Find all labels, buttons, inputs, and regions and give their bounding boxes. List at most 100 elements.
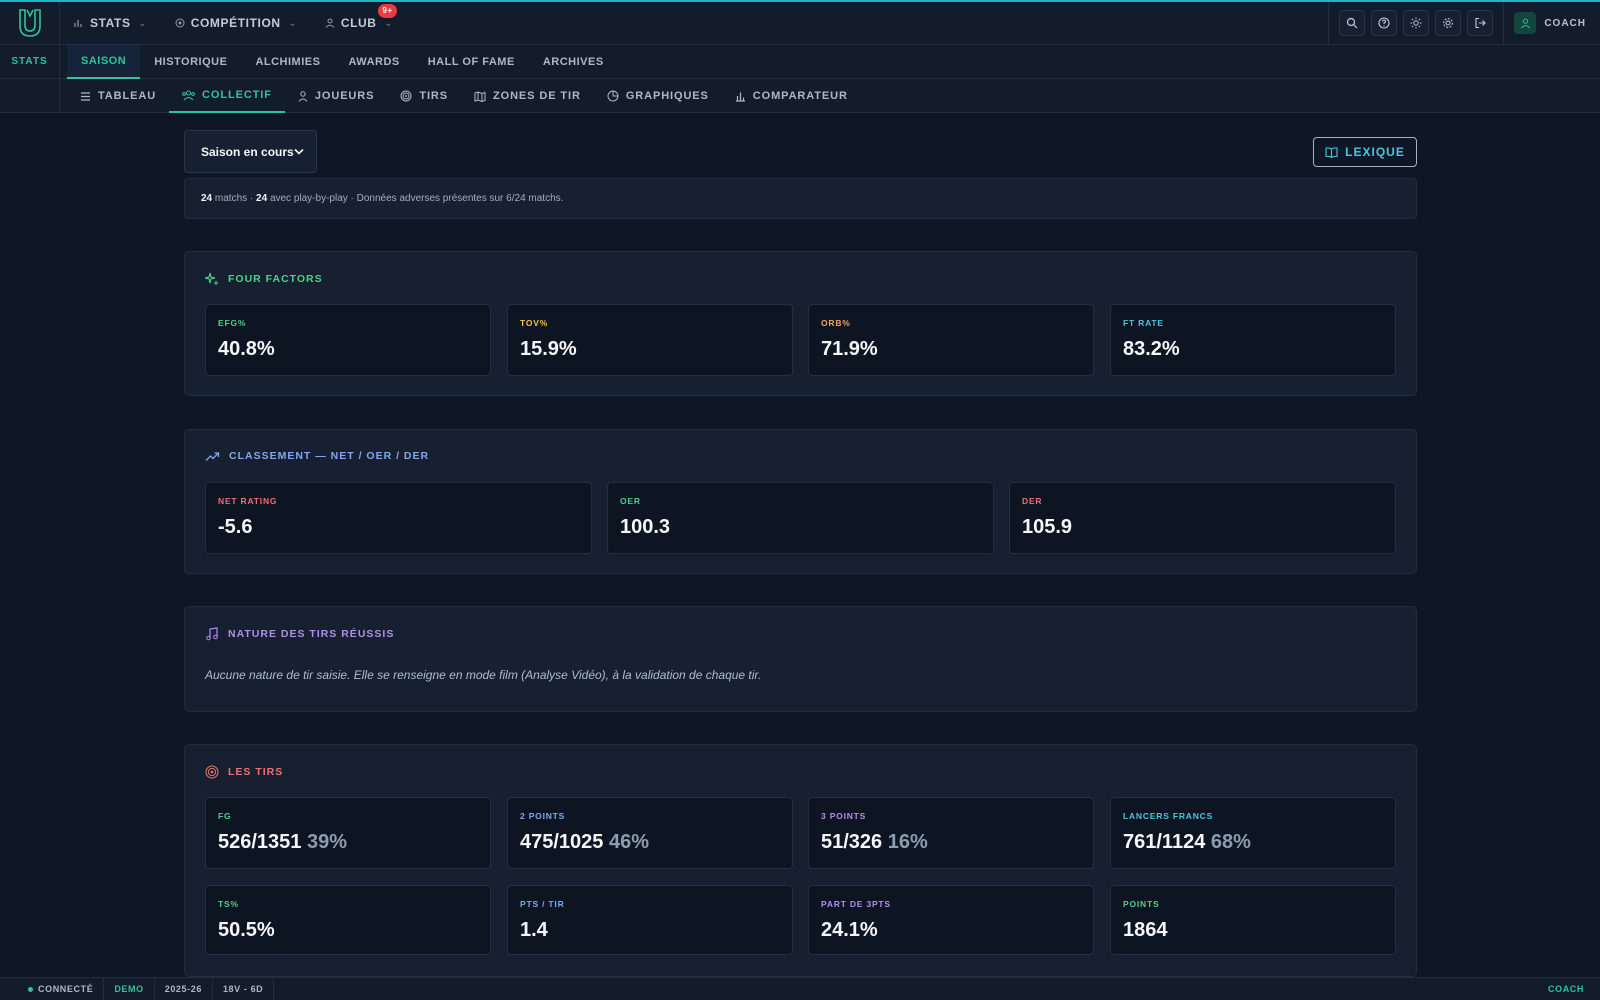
section-tabs-bar: STATS SAISON HISTORIQUE ALCHIMIES AWARDS… [0, 45, 1600, 79]
stat-card-free-throws: LANCERS FRANCS 761/1124 68% [1110, 797, 1396, 869]
matches-count: 24 [201, 193, 213, 204]
app-logo[interactable] [0, 1, 60, 45]
stat-value: 526/1351 39% [218, 831, 347, 854]
nav-competition-label: COMPÉTITION [190, 16, 281, 30]
stat-card-der: DER 105.9 [1009, 482, 1396, 554]
matches-label: matchs · [214, 193, 254, 204]
bar-chart-icon [735, 92, 745, 102]
pie-chart-icon [607, 90, 619, 102]
subtab-tableau[interactable]: TABLEAU [67, 79, 169, 113]
stat-percentage: 16% [887, 831, 928, 853]
music-icon [206, 627, 218, 641]
stat-label: FG [218, 811, 232, 821]
user-role-label: COACH [1544, 17, 1586, 29]
tab-archives[interactable]: ARCHIVES [529, 45, 618, 79]
shots-title: LES TIRS [205, 765, 283, 779]
stat-card-points: POINTS 1864 [1110, 885, 1396, 955]
settings-button[interactable] [1435, 10, 1462, 36]
tab-awards[interactable]: AWARDS [334, 45, 413, 79]
stat-card-3pts: 3 POINTS 51/326 16% [808, 797, 1094, 869]
stat-value: 761/1124 68% [1123, 831, 1251, 854]
season-summary: 24 matchs · 24 avec play-by-play · Donné… [184, 178, 1417, 219]
stat-label: PART DE 3PTS [821, 899, 891, 909]
stat-value: -5.6 [218, 516, 253, 538]
subtab-zones-de-tir[interactable]: ZONES DE TIR [461, 79, 594, 113]
main-content: Saison en cours LEXIQUE 24 matchs · 24 a… [0, 113, 1600, 977]
stat-value: 83.2% [1123, 338, 1180, 360]
stat-value: 24.1% [821, 919, 878, 941]
search-button[interactable] [1339, 10, 1366, 36]
stat-value: 40.8% [218, 338, 275, 360]
sparkles-icon [205, 272, 219, 286]
stat-label: 3 POINTS [821, 811, 867, 821]
subtab-label: ZONES DE TIR [493, 90, 581, 102]
subtab-graphiques[interactable]: GRAPHIQUES [594, 79, 722, 113]
map-icon [474, 90, 486, 102]
tab-saison[interactable]: SAISON [67, 45, 141, 79]
tab-alchimies[interactable]: ALCHIMIES [241, 45, 334, 79]
icon-toolbar [1328, 1, 1505, 45]
nav-club[interactable]: CLUB ⌄ 9+ [325, 4, 397, 30]
stat-card-3pt-share: PART DE 3PTS 24.1% [808, 885, 1094, 955]
subtab-label: GRAPHIQUES [625, 90, 709, 102]
panel-title-text: FOUR FACTORS [228, 273, 323, 285]
chevron-down-icon: ⌄ [138, 17, 147, 28]
empty-state-text: Aucune nature de tir saisie. Elle se ren… [205, 668, 762, 682]
stat-label: ORB% [821, 318, 851, 328]
book-icon [1325, 146, 1338, 158]
status-dot-icon [28, 986, 33, 992]
nav-stats-label: STATS [90, 16, 131, 30]
subtab-collectif[interactable]: COLLECTIF [169, 79, 285, 113]
stat-label: OER [620, 496, 641, 506]
gear-icon [1443, 18, 1454, 28]
user-icon [325, 18, 335, 28]
tab-historique[interactable]: HISTORIQUE [140, 45, 241, 79]
stat-label: POINTS [1123, 899, 1160, 909]
season-indicator: 2025-26 [155, 977, 213, 1000]
help-button[interactable] [1371, 10, 1398, 36]
user-menu[interactable]: COACH [1504, 12, 1600, 34]
stat-value: 71.9% [821, 338, 878, 360]
sun-icon [1410, 17, 1422, 29]
stat-value: 50.5% [218, 919, 275, 941]
stat-card-2pts: 2 POINTS 475/1025 46% [507, 797, 793, 869]
stat-card-ts: TS% 50.5% [205, 885, 491, 955]
chevron-down-icon: ⌄ [288, 17, 297, 28]
nav-stats[interactable]: STATS ⌄ [74, 16, 147, 30]
trending-up-icon [205, 451, 220, 461]
target-icon [205, 765, 219, 779]
sub-tabs-spacer [0, 79, 60, 112]
stat-ratio: 761/1124 [1123, 831, 1206, 853]
search-icon [1347, 17, 1358, 29]
ratings-title: CLASSEMENT — NET / OER / DER [205, 450, 429, 462]
logout-button[interactable] [1467, 10, 1494, 36]
chevron-down-icon: ⌄ [384, 17, 393, 28]
ratings-panel: CLASSEMENT — NET / OER / DER NET RATING … [184, 429, 1417, 574]
stat-ratio: 51/326 [821, 831, 883, 853]
stat-label: FT RATE [1123, 318, 1164, 328]
stat-card-efg: EFG% 40.8% [205, 304, 491, 376]
sub-tabs-bar: TABLEAU COLLECTIF JOUEURS TIRS ZONES DE … [0, 79, 1600, 113]
top-right-actions: COACH [1328, 1, 1600, 45]
lexique-button[interactable]: LEXIQUE [1313, 137, 1417, 167]
panel-title-text: CLASSEMENT — NET / OER / DER [229, 450, 430, 462]
shot-nature-title: NATURE DES TIRS RÉUSSIS [205, 627, 394, 641]
top-bar: STATS ⌄ COMPÉTITION ⌄ CLUB ⌄ 9+ COACH [0, 1, 1600, 45]
stat-ratio: 475/1025 [520, 831, 604, 853]
bar-chart-icon [74, 20, 82, 27]
theme-toggle-button[interactable] [1403, 10, 1430, 36]
subtab-joueurs[interactable]: JOUEURS [285, 79, 387, 113]
stat-percentage: 68% [1210, 831, 1251, 853]
nav-competition[interactable]: COMPÉTITION ⌄ [175, 16, 297, 30]
subtab-label: JOUEURS [314, 90, 375, 102]
stat-value: 1864 [1123, 919, 1168, 941]
stat-label: LANCERS FRANCS [1123, 811, 1214, 821]
four-factors-title: FOUR FACTORS [205, 272, 323, 286]
stat-value: 105.9 [1022, 516, 1073, 538]
season-select[interactable]: Saison en cours [184, 130, 317, 173]
tab-hall-of-fame[interactable]: HALL OF FAME [414, 45, 529, 79]
subtab-tirs[interactable]: TIRS [387, 79, 461, 113]
stat-card-orb: ORB% 71.9% [808, 304, 1094, 376]
top-nav: STATS ⌄ COMPÉTITION ⌄ CLUB ⌄ 9+ [60, 4, 421, 30]
subtab-comparateur[interactable]: COMPARATEUR [722, 79, 861, 113]
